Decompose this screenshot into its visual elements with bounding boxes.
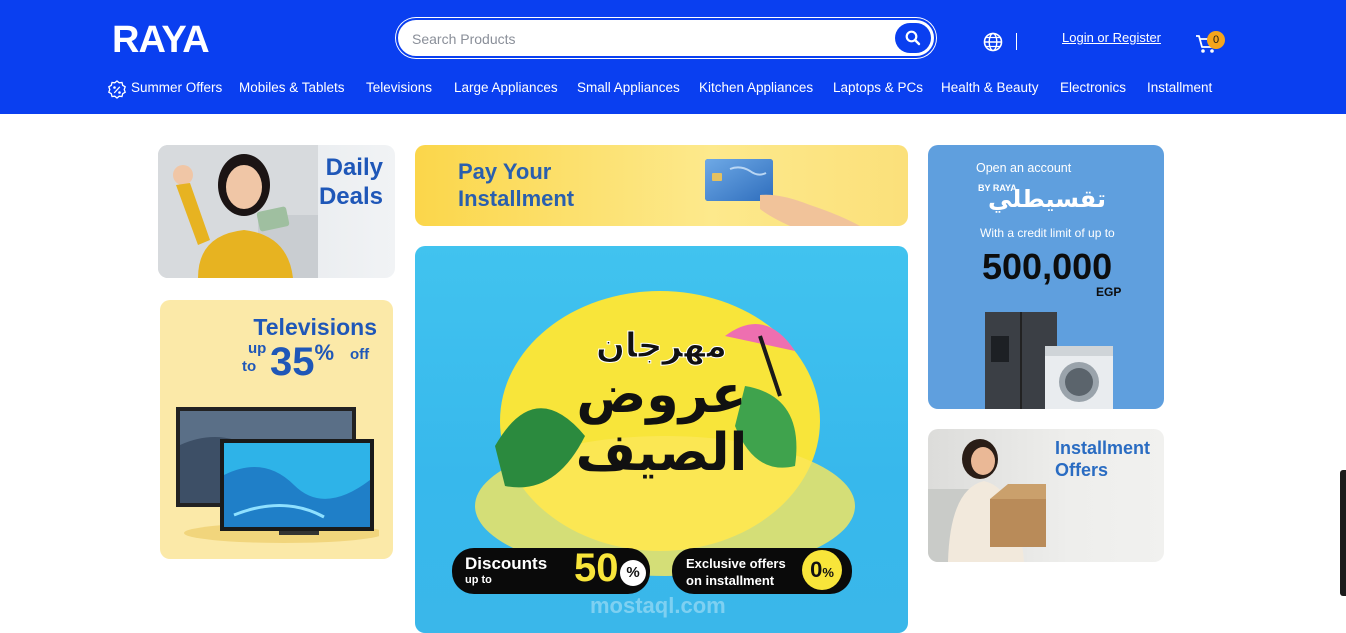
credit-currency: EGP — [1096, 285, 1122, 299]
discount-value: 50 — [574, 546, 619, 590]
installment-percent: % — [822, 565, 834, 580]
woman-with-box-image — [928, 439, 1046, 562]
raya-logo[interactable]: RAYA — [112, 19, 230, 55]
daily-deals-title: Daily Deals — [293, 153, 383, 211]
discount-percent: % — [620, 560, 646, 586]
pay-installment-title: Pay Your Installment — [458, 158, 574, 212]
appliances-image — [985, 312, 1113, 409]
login-register-link[interactable]: Login or Register — [1062, 30, 1161, 45]
televisions-percent-sign: % — [314, 340, 335, 365]
open-account-text: Open an account — [976, 161, 1072, 175]
credit-card-hand-image — [705, 159, 860, 226]
installment-value: 0 — [810, 557, 823, 582]
nav-electronics[interactable]: Electronics — [1060, 80, 1126, 95]
installment-offers-line2: Offers — [1055, 460, 1109, 480]
watermark: mostaql.com — [590, 593, 726, 618]
summer-arabic-line1: مهرجان — [596, 326, 728, 367]
exclusive-offers-pill: Exclusive offers on installment 0% — [672, 548, 852, 594]
daily-deals-line2: Deals — [318, 183, 383, 210]
installment-offers-line1: Installment — [1055, 438, 1151, 458]
search-input[interactable] — [412, 29, 882, 49]
installment-offers-banner[interactable]: Installment Offers — [928, 429, 1164, 562]
credit-amount: 500,000 — [982, 246, 1113, 287]
installment-offers-title: Installment Offers — [1055, 437, 1150, 481]
taqsitly-brand: تقسيطلي — [988, 185, 1106, 213]
summer-arabic-title: مهرجان عروض الصيف — [415, 326, 908, 483]
summer-festival-hero-banner[interactable]: مهرجان عروض الصيف Discounts up to 50 % E… — [415, 246, 908, 633]
exclusive-line1: Exclusive offers — [686, 556, 786, 571]
side-floating-widget[interactable] — [1340, 470, 1346, 596]
exclusive-line2: on installment — [686, 573, 775, 588]
televisions-title: Televisions — [253, 314, 377, 340]
nav-kitchen-appliances[interactable]: Kitchen Appliances — [699, 80, 813, 95]
nav-installment[interactable]: Installment — [1147, 80, 1212, 95]
nav-summer-offers[interactable]: Summer Offers — [131, 80, 222, 95]
search-icon — [905, 30, 921, 46]
header-divider — [1016, 33, 1017, 50]
pay-installment-banner[interactable]: Pay Your Installment — [415, 145, 908, 226]
summer-arabic-line2: عروض — [576, 365, 747, 425]
discounts-label: Discounts — [465, 554, 548, 573]
nav-health-beauty[interactable]: Health & Beauty — [941, 80, 1039, 95]
search-button[interactable] — [895, 23, 931, 53]
credit-limit-text: With a credit limit of up to — [980, 226, 1115, 240]
search-box — [396, 18, 936, 58]
televisions-percent-value: 35% — [270, 340, 334, 385]
nav-mobiles-tablets[interactable]: Mobiles & Tablets — [239, 80, 345, 95]
open-account-banner[interactable]: Open an account BY RAYA تقسيطلي With a c… — [928, 145, 1164, 409]
televisions-to: to — [242, 358, 257, 375]
nav-televisions[interactable]: Televisions — [366, 80, 432, 95]
nav-laptops-pcs[interactable]: Laptops & PCs — [833, 80, 923, 95]
nav-large-appliances[interactable]: Large Appliances — [454, 80, 558, 95]
installment-zero-value: 0% — [802, 550, 842, 590]
summer-arabic-line3: الصيف — [575, 423, 748, 483]
daily-deals-line1: Daily — [325, 154, 383, 181]
televisions-banner[interactable]: Televisions up to 35% off — [160, 300, 393, 559]
nav-small-appliances[interactable]: Small Appliances — [577, 80, 680, 95]
televisions-off: off — [350, 346, 370, 363]
svg-text:RAYA: RAYA — [112, 19, 209, 55]
discounts-upto: up to — [465, 574, 492, 586]
globe-icon[interactable] — [983, 32, 1003, 52]
daily-deals-banner[interactable]: Daily Deals — [158, 145, 395, 278]
header-bar: RAYA Login or Register 0 Summer Offers M… — [0, 0, 1346, 114]
pay-line2: Installment — [458, 186, 575, 211]
televisions-value: 35 — [270, 340, 315, 384]
pay-line1: Pay Your — [458, 159, 552, 184]
tv-products-image — [176, 407, 379, 543]
televisions-upto: up to — [242, 340, 267, 376]
televisions-up: up — [248, 340, 267, 357]
category-nav: Summer Offers Mobiles & Tablets Televisi… — [0, 80, 1346, 100]
discounts-pill: Discounts up to 50 % — [452, 546, 650, 594]
cart-count-badge: 0 — [1207, 31, 1225, 49]
